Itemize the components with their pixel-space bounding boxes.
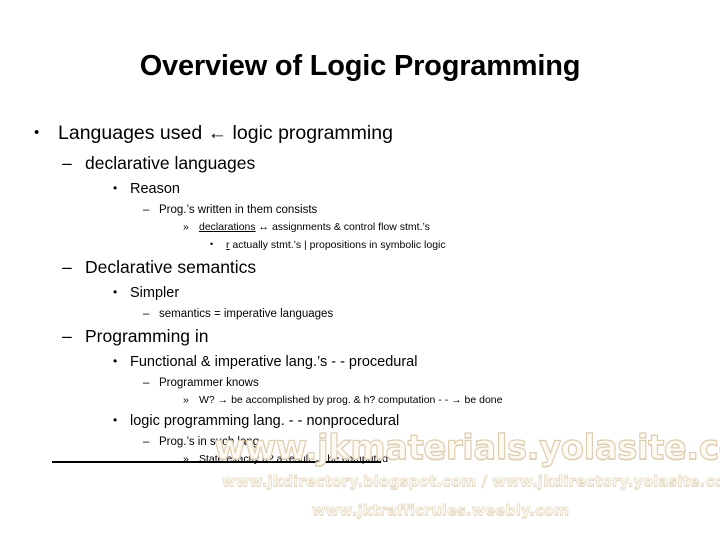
slide-canvas: Overview of Logic Programming • Languages…: [0, 0, 720, 540]
outline-item-level-2: – declarative languages: [0, 150, 720, 176]
bullet-marker-icon: •: [113, 354, 118, 368]
outline-item-label: declarative languages: [85, 153, 256, 173]
outline-item-level-4: – Programmer knows: [0, 374, 720, 392]
outline-item-level-3: • Simpler: [0, 281, 720, 304]
horizontal-rule: [52, 461, 381, 463]
outline-item-label: Functional & imperative lang.’s - - proc…: [130, 354, 418, 370]
outline-item-label: State exactly h? a result → be computed: [199, 453, 389, 465]
bullet-marker-icon: –: [62, 326, 72, 346]
outline-item-level-3: • Reason: [0, 177, 720, 200]
bullet-marker-icon: •: [113, 181, 118, 195]
outline-item-level-1: • Languages used ← logic programming: [0, 118, 720, 148]
bullet-marker-icon: »: [183, 394, 189, 406]
slide-body-outline: • Languages used ← logic programming – decl…: [0, 118, 720, 468]
outline-item-label-rest: ↔ assignments & control flow stmt.’s: [255, 221, 430, 233]
underlined-term: declarations: [199, 221, 256, 233]
watermark-secondary: www.jkdirectory.blogspot.com / www.jkdir…: [222, 474, 720, 491]
bullet-marker-icon: –: [62, 153, 72, 173]
outline-item-label: Languages used ← logic programming: [58, 122, 393, 144]
outline-item-level-5: » State exactly h? a result → be computed: [0, 451, 720, 468]
outline-item-label: Programmer knows: [159, 377, 259, 389]
bullet-marker-icon: –: [143, 308, 150, 320]
bullet-marker-icon: •: [34, 124, 40, 141]
outline-item-label: Reason: [130, 181, 180, 197]
outline-item-label: declarations ↔ assignments & control flo…: [199, 219, 430, 236]
outline-item-level-4: – Prog.’s written in them consists: [0, 201, 720, 219]
outline-item-label: Programming in: [85, 326, 209, 346]
outline-item-level-4: – semantics = imperative languages: [0, 305, 720, 323]
outline-item-label: Declarative semantics: [85, 257, 257, 277]
outline-item-label-rest: actually stmt.’s | propositions in symbo…: [229, 239, 446, 251]
bullet-marker-icon: •: [113, 285, 118, 299]
bullet-marker-icon: –: [143, 377, 150, 389]
outline-item-level-3: • logic programming lang. - - nonprocedur…: [0, 409, 720, 432]
bullet-marker-icon: •: [210, 239, 214, 249]
outline-item-level-6: • r actually stmt.’s | propositions in sy…: [0, 236, 720, 254]
bullet-marker-icon: »: [183, 453, 189, 465]
outline-item-level-5: » W? → be accomplished by prog. & h? comp…: [0, 392, 720, 409]
outline-item-level-2: – Declarative semantics: [0, 254, 720, 280]
outline-item-label: Simpler: [130, 285, 180, 301]
bullet-marker-icon: »: [183, 221, 189, 233]
outline-item-label: Prog.’s written in them consists: [159, 204, 318, 216]
bullet-marker-icon: –: [143, 204, 150, 216]
bullet-marker-icon: –: [143, 436, 150, 448]
outline-item-label: logic programming lang. - - nonprocedura…: [130, 413, 400, 429]
outline-item-label: Prog.’s in such lang.: [159, 436, 263, 448]
page-title: Overview of Logic Programming: [139, 50, 581, 82]
outline-item-level-2: – Programming in: [0, 323, 720, 349]
outline-item-level-5: » declarations ↔ assignments & control fl…: [0, 219, 720, 236]
bullet-marker-icon: –: [62, 257, 72, 277]
outline-item-label: semantics = imperative languages: [159, 308, 334, 320]
outline-item-level-3: • Functional & imperative lang.’s - - pro…: [0, 350, 720, 373]
outline-item-label: r actually stmt.’s | propositions in sym…: [226, 237, 446, 254]
bullet-marker-icon: •: [113, 413, 118, 427]
outline-item-label: W? → be accomplished by prog. & h? compu…: [199, 394, 503, 406]
watermark-tertiary: www.jktrafficrules.weebly.com: [312, 503, 570, 520]
outline-item-level-4: – Prog.’s in such lang.: [0, 433, 720, 451]
